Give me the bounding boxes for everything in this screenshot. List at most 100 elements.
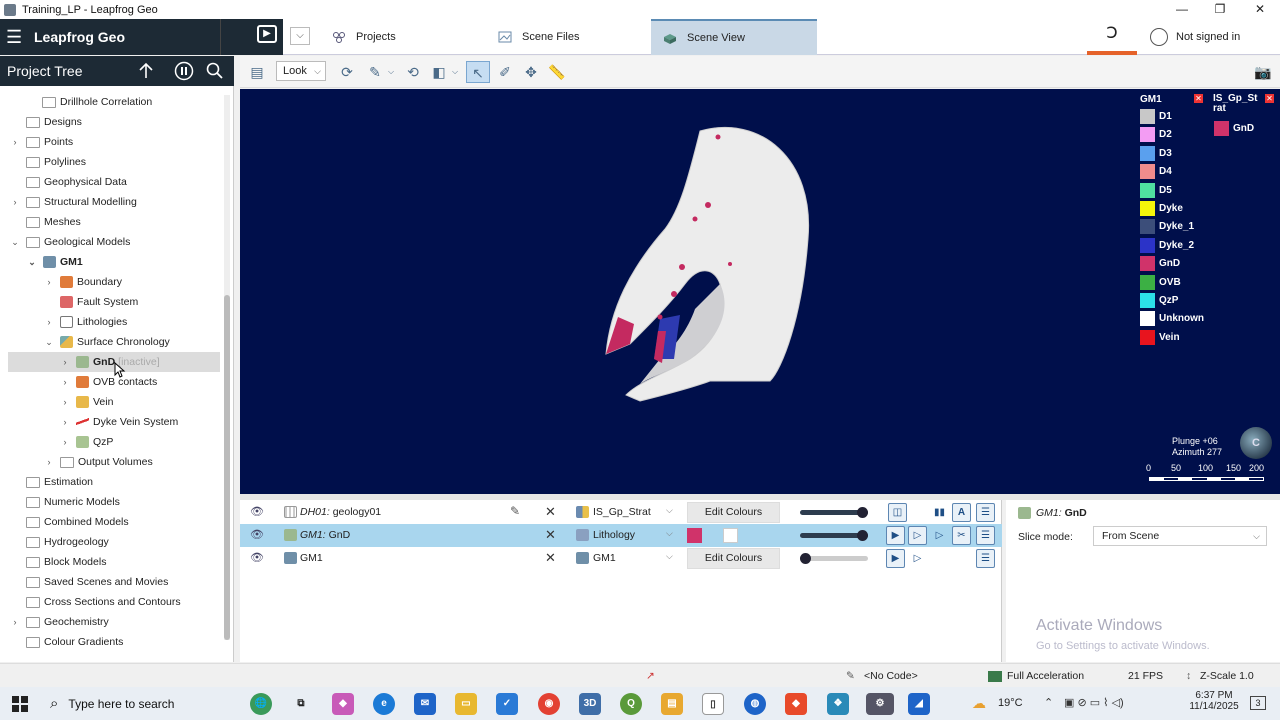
tray-icons[interactable]: ▣ ⊘ ▭ ⌇ ◁) [1064,696,1124,709]
slider-knob[interactable] [857,507,868,518]
properties-list-icon[interactable]: ☰ [976,503,995,522]
tree-item-cross-sections[interactable]: Cross Sections and Contours [10,592,181,612]
scene-row-gm1[interactable]: 👁 GM1 ✕ GM1 ⌵ Edit Colours ▶ ▷ ☰ [240,547,1002,570]
notification-icon[interactable]: 3 [1250,696,1266,710]
chevron-right-icon[interactable]: › [10,617,20,627]
backface-colour-swatch[interactable] [723,528,738,543]
seequent-logo-button[interactable]: Ↄ [1087,19,1137,55]
bar-chart-icon[interactable]: ▮▮ [930,503,949,522]
chevron-right-icon[interactable]: › [10,137,20,147]
tab-projects[interactable]: Projects [320,19,495,55]
app-icon[interactable]: ◆ [785,693,807,715]
taskbar-search[interactable]: ⌕ Type here to search [42,687,282,720]
file-explorer-icon[interactable]: ▭ [455,693,477,715]
tree-item-block-models[interactable]: Block Models [10,552,106,572]
chevron-right-icon[interactable]: › [60,437,70,447]
tree-item-points[interactable]: › Points [10,132,74,152]
chevron-right-icon[interactable]: › [44,457,54,467]
tree-item-geochemistry[interactable]: › Geochemistry [10,612,109,632]
draw-pen-icon[interactable]: ✎ [364,61,386,83]
edit-colours-button[interactable]: Edit Colours [687,548,780,569]
clock[interactable]: 6:37 PM 11/14/2025 [1184,690,1244,712]
chevron-down-icon[interactable]: ⌵ [666,505,673,516]
tree-item-estimation[interactable]: Estimation [10,472,93,492]
scrollbar-thumb[interactable] [224,295,230,640]
remove-icon[interactable]: ✕ [545,504,556,520]
status-zscale[interactable]: Z-Scale 1.0 [1200,670,1254,682]
tree-item-saved-scenes[interactable]: Saved Scenes and Movies [10,572,168,592]
notes-icon[interactable]: ▤ [661,693,683,715]
tree-item-polylines[interactable]: Polylines [10,152,86,172]
chevron-right-icon[interactable]: › [10,197,20,207]
chevron-right-icon[interactable]: › [60,397,70,407]
tree-item-drillhole-correlation[interactable]: Drillhole Correlation [26,92,152,112]
legend-gm1-close-icon[interactable]: ✕ [1194,94,1203,103]
tree-item-geophysical-data[interactable]: Geophysical Data [10,172,127,192]
play-outline-icon[interactable]: ▷ [908,526,927,545]
tree-item-boundary[interactable]: › Boundary [44,272,122,292]
edit-pencil-icon[interactable]: ✎ [510,504,520,518]
project-tree-scrollbar[interactable] [224,95,230,640]
qgis-icon[interactable]: Q [620,693,642,715]
chevron-right-icon[interactable]: › [60,417,70,427]
weather-widget-icon[interactable]: 🌐 [250,693,272,715]
status-code[interactable]: <No Code> [864,670,918,682]
todo-icon[interactable]: ✓ [496,693,518,715]
chevron-down-icon[interactable]: ⌵ [666,528,673,539]
edge-icon[interactable]: e [373,693,395,715]
label-text-icon[interactable]: A [952,503,971,522]
chevron-right-icon[interactable]: › [60,377,70,387]
tree-item-structural-modelling[interactable]: › Structural Modelling [10,192,137,212]
opacity-slider[interactable] [800,530,868,541]
chevron-down-icon[interactable]: ⌵ [450,61,460,83]
tree-item-fault-system[interactable]: Fault System [44,292,138,312]
tree-item-ovb-contacts[interactable]: › OVB contacts [60,372,157,392]
chevron-down-icon[interactable]: ⌵ [666,551,673,562]
app-icon[interactable]: ◢ [908,693,930,715]
slider-knob[interactable] [857,530,868,541]
visibility-eye-icon[interactable]: 👁 [250,507,264,518]
upload-icon[interactable] [136,61,156,81]
hamburger-menu-icon[interactable]: ☰ [6,27,26,48]
signin-area[interactable]: Not signed in [1150,19,1240,55]
opacity-slider[interactable] [800,553,868,564]
tree-item-hydrogeology[interactable]: Hydrogeology [10,532,109,552]
tabs-dropdown[interactable]: ⌵ [290,27,310,45]
slice-icon[interactable]: ◧ [428,61,450,83]
copilot-icon[interactable]: ◆ [332,693,354,715]
select-cursor-icon[interactable]: ↖ [466,61,490,83]
tree-item-designs[interactable]: Designs [10,112,82,132]
weather-icon[interactable]: ☁ [972,695,986,712]
tree-item-numeric-models[interactable]: Numeric Models [10,492,120,512]
properties-list-icon[interactable]: ☰ [976,549,995,568]
look-dropdown[interactable]: Look ⌵ [276,61,326,81]
app-icon[interactable]: ◍ [744,693,766,715]
tree-item-meshes[interactable]: Meshes [10,212,81,232]
tree-item-surface-chronology[interactable]: ⌄ Surface Chronology [44,332,170,352]
active-app-icon[interactable]: ⚙ [866,693,894,715]
play-icon[interactable]: ▶ [886,549,905,568]
clear-scene-icon[interactable]: ▤ [246,61,268,83]
mail-icon[interactable]: ✉ [414,693,436,715]
remove-icon[interactable]: ✕ [545,550,556,566]
play-icon[interactable]: ▶ [257,25,277,43]
tree-item-lithologies[interactable]: › Lithologies [44,312,127,332]
remove-icon[interactable]: ✕ [545,527,556,543]
chevron-right-icon[interactable]: › [44,277,54,287]
maximize-button[interactable]: ❐ [1200,0,1240,19]
chevron-down-icon[interactable]: ⌄ [44,337,54,348]
tree-item-output-volumes[interactable]: › Output Volumes [44,452,153,472]
geological-surface-model[interactable] [570,119,830,409]
chevron-right-icon[interactable]: › [44,317,54,327]
pencil-icon[interactable]: ✐ [494,61,516,83]
tab-scene-files[interactable]: Scene Files [486,19,651,55]
chevron-right-icon[interactable]: › [60,357,70,367]
chevron-down-icon[interactable]: ⌵ [386,61,396,83]
scene-row-geology01[interactable]: 👁 DH01: geology01 ✎ ✕ IS_Gp_Strat ⌵ Edit… [240,501,1002,524]
scene-row-gnd[interactable]: 👁 GM1: GnD ✕ Lithology ⌵ ▶ ▷ ▷ ✂ ☰ [240,524,1002,547]
tree-item-colour-gradients[interactable]: Colour Gradients [10,632,123,652]
document-icon[interactable]: ▯ [702,693,724,715]
minimize-button[interactable]: — [1162,0,1202,19]
play-outline-icon[interactable]: ▷ [908,549,927,568]
visibility-eye-icon[interactable]: 👁 [250,553,264,564]
